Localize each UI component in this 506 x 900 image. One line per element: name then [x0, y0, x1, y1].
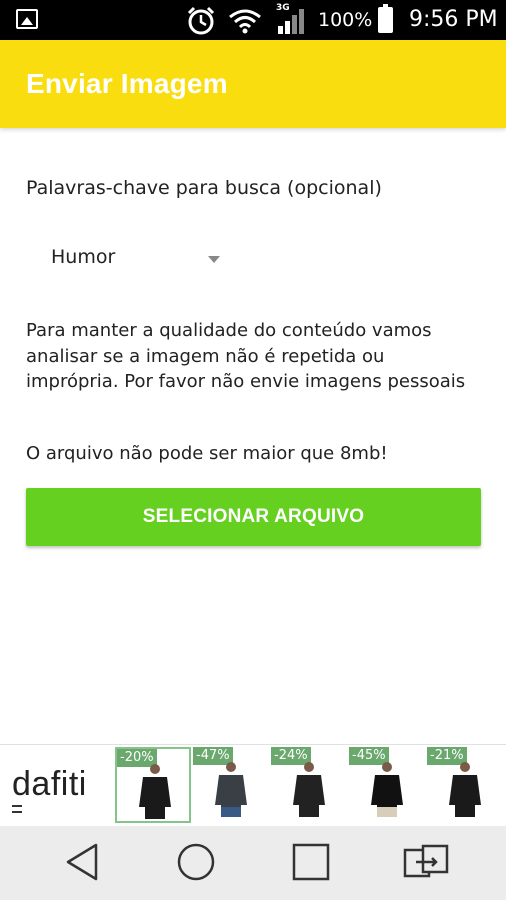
ad-product-card[interactable]: -21%	[427, 747, 503, 823]
category-selected-value: Humor	[51, 246, 116, 268]
select-file-button[interactable]: SELECIONAR ARQUIVO	[26, 488, 481, 546]
ad-product-card[interactable]: -47%	[193, 747, 269, 823]
shirt-icon	[449, 762, 481, 817]
shirt-icon	[293, 762, 325, 817]
image-icon	[16, 9, 38, 29]
switch-icon[interactable]	[402, 842, 450, 882]
dropdown-caret-icon	[208, 256, 220, 263]
ad-product-card[interactable]: -45%	[349, 747, 425, 823]
home-icon[interactable]	[176, 842, 216, 882]
ad-banner[interactable]: dafiti -20% -47% -24% -45% -21%	[0, 744, 506, 828]
ad-product-card[interactable]: -24%	[271, 747, 347, 823]
status-bar: 3G 100% 9:56 PM	[0, 0, 506, 40]
network-type-label: 3G	[276, 3, 290, 13]
clock: 9:56 PM	[409, 7, 498, 32]
category-dropdown[interactable]: Humor	[26, 230, 230, 284]
file-size-text: O arquivo não pode ser maior que 8mb!	[26, 443, 388, 464]
ad-brand-logo[interactable]: dafiti	[12, 765, 87, 804]
keywords-label: Palavras-chave para busca (opcional)	[26, 177, 382, 199]
battery-percentage: 100%	[318, 9, 373, 31]
navigation-bar	[0, 826, 506, 900]
wifi-icon	[229, 9, 261, 34]
back-icon[interactable]	[64, 842, 100, 882]
shirt-icon	[371, 762, 403, 817]
recents-icon[interactable]	[291, 842, 331, 882]
ad-product-card[interactable]: -20%	[115, 747, 191, 823]
info-text: Para manter a qualidade do conteúdo vamo…	[26, 320, 466, 392]
battery-icon	[378, 4, 393, 33]
page-title: Enviar Imagem	[26, 68, 228, 99]
alarm-icon	[187, 6, 215, 35]
shirt-icon	[139, 764, 171, 819]
shirt-icon	[215, 762, 247, 817]
app-bar: Enviar Imagem	[0, 40, 506, 128]
ad-menu-icon	[12, 805, 22, 813]
